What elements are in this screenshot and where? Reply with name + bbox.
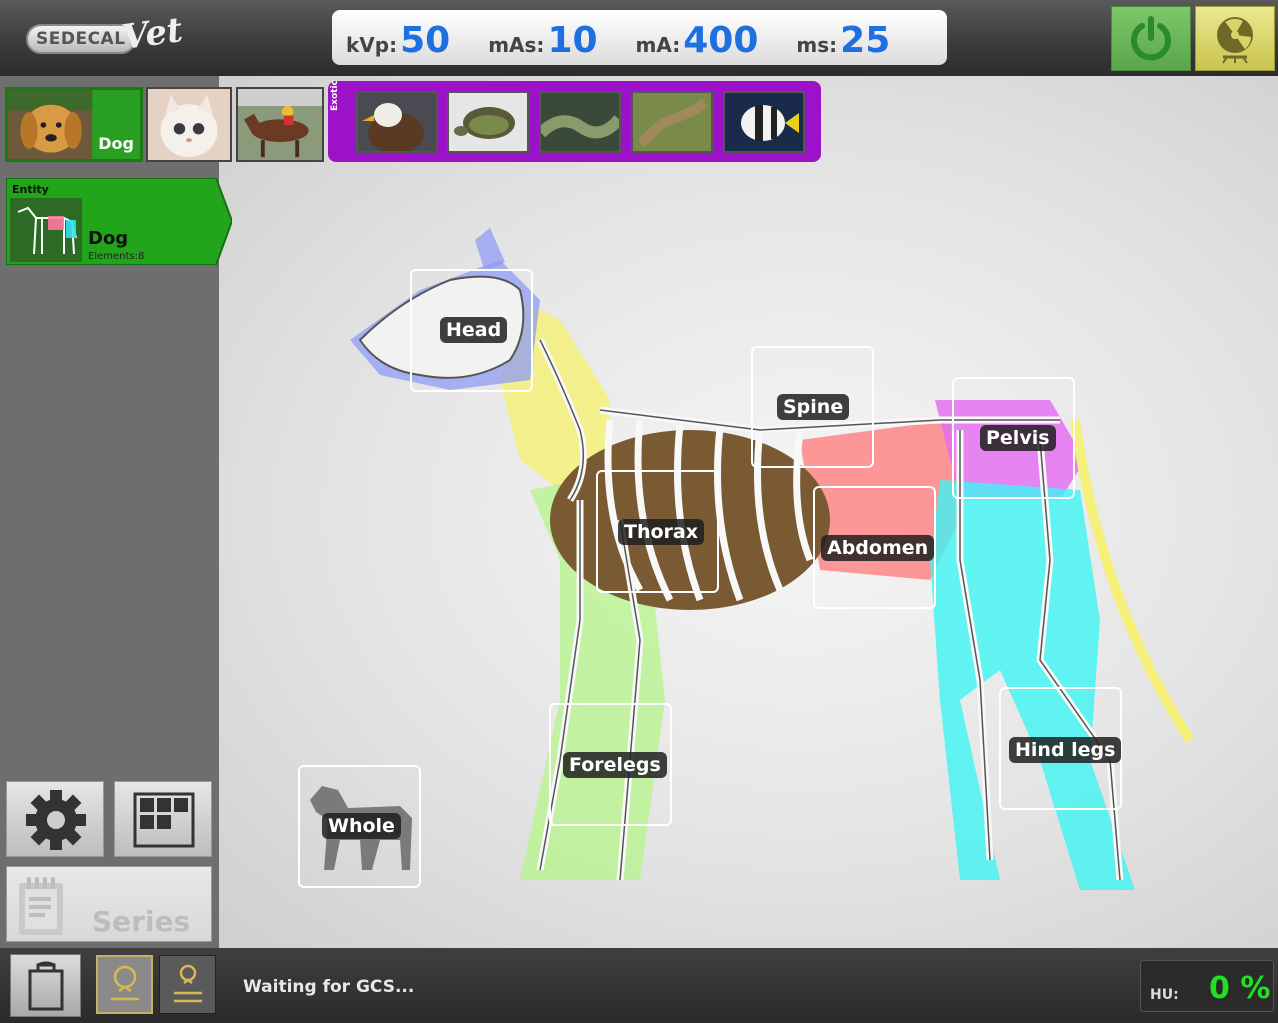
entity-name: Dog [88,228,129,249]
animal-tab-dog[interactable]: Dog [5,87,143,162]
xray-button[interactable] [1195,6,1275,71]
cat-photo [148,89,230,160]
ma-param[interactable]: mA: 400 [636,23,759,59]
region-hind-legs-label: Hind legs [1009,737,1122,763]
ms-value: 25 [840,20,891,61]
hu-label: HU: [1150,987,1179,1003]
region-forelegs-label: Forelegs [563,752,667,778]
ma-label: mA: [635,33,681,57]
series-label: Series [92,905,191,938]
hu-indicator: HU: 0 % [1140,960,1274,1012]
detector-wall-icon [110,965,139,1000]
hu-value: 0 % [1209,971,1271,1006]
region-pelvis[interactable]: Pelvis [952,377,1075,499]
mas-value: 10 [547,20,598,61]
sedecal-vet-logo: SEDECAL Vet [24,9,186,64]
region-spine-label: Spine [777,394,850,420]
exposure-parameters: kVp: 50 mAs: 10 mA: 400 ms: 25 [332,10,947,65]
entity-card-dog[interactable]: Entity Dog Elements:8 [6,178,232,265]
logo-text: SEDECAL [36,29,126,49]
region-head[interactable]: Head [410,269,533,392]
radiation-icon [1217,16,1253,64]
worklist-button[interactable] [10,954,81,1017]
clipboard-icon [28,961,63,1010]
region-abdomen[interactable]: Abdomen [813,486,936,609]
kvp-param[interactable]: kVp: 50 [346,23,450,59]
grid-icon [133,792,195,848]
status-message: Waiting for GCS... [243,977,415,997]
region-hind-legs[interactable]: Hind legs [999,687,1122,810]
entity-elements-count: Elements:8 [88,251,145,262]
region-whole[interactable]: Whole [298,765,421,888]
region-abdomen-label: Abdomen [821,535,935,561]
mas-param[interactable]: mAs: 10 [488,23,597,59]
region-head-label: Head [440,317,508,343]
region-thorax[interactable]: Thorax [596,470,719,593]
settings-button[interactable] [6,781,104,857]
animal-tab-dog-label: Dog [98,134,134,153]
ma-value: 400 [683,20,759,61]
power-icon [1131,15,1171,60]
logo-script: Vet [119,9,186,59]
power-button[interactable] [1111,6,1191,71]
region-whole-label: Whole [322,813,401,839]
kvp-label: kVp: [346,33,398,57]
ms-param[interactable]: ms: 25 [796,23,890,59]
layout-grid-button[interactable] [114,781,212,857]
mas-label: mAs: [488,33,545,57]
position-table-button[interactable] [159,955,216,1014]
clipboard-list-icon [19,877,63,935]
region-pelvis-label: Pelvis [980,425,1056,451]
region-spine[interactable]: Spine [751,346,874,468]
gear-icon [26,790,86,850]
region-forelegs[interactable]: Forelegs [549,703,672,826]
kvp-value: 50 [400,20,451,61]
entity-title: Entity [12,183,49,196]
detector-table-icon [173,964,202,1002]
ms-label: ms: [796,33,838,57]
position-standing-button[interactable] [96,955,153,1014]
region-thorax-label: Thorax [618,519,704,545]
